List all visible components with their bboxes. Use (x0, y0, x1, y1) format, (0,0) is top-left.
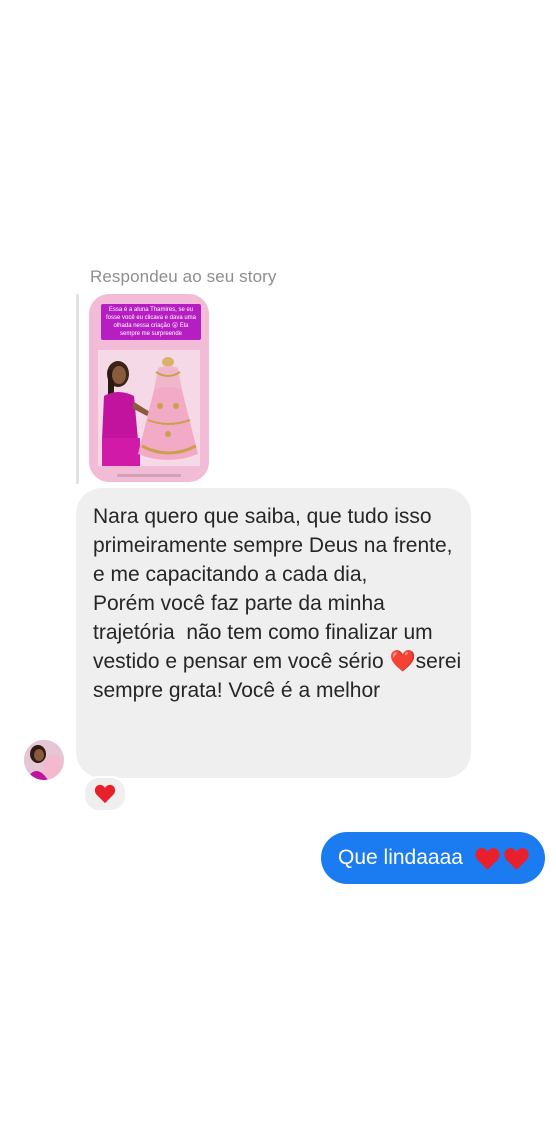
reply-quote-bar (76, 294, 79, 484)
sent-message-text: Que lindaaaa (338, 846, 463, 869)
story-footer (89, 466, 209, 477)
reaction-badge[interactable] (83, 776, 127, 812)
story-thumbnail[interactable]: Essa é a aluna Thamires, se eu fosse voc… (89, 294, 209, 482)
story-photo-image (98, 350, 200, 466)
avatar[interactable] (24, 740, 64, 780)
avatar-image (24, 740, 64, 780)
story-caption: Essa é a aluna Thamires, se eu fosse voc… (101, 304, 201, 340)
heart-icon (475, 848, 500, 870)
heart-emoji: ❤️ (389, 650, 416, 673)
story-photo (98, 350, 200, 466)
heart-icon (94, 784, 116, 804)
reply-indicator-label: Respondeu ao seu story (90, 267, 277, 286)
heart-icon (504, 848, 529, 870)
message-text-part-1: Nara quero que saiba, que tudo isso prim… (93, 505, 453, 673)
sent-hearts (474, 847, 530, 871)
received-message-bubble[interactable]: Nara quero que saiba, que tudo isso prim… (76, 488, 471, 778)
sent-message-bubble[interactable]: Que lindaaaa (321, 832, 545, 884)
received-message-text: Nara quero que saiba, que tudo isso prim… (93, 502, 463, 705)
